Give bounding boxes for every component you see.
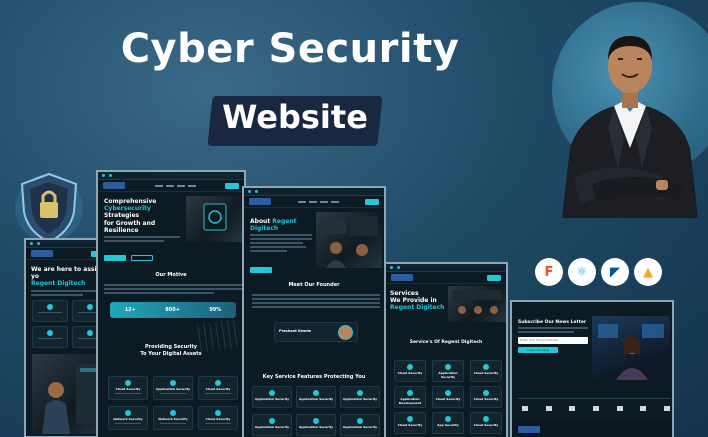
mockup2-cta-button[interactable]	[104, 254, 126, 261]
service-card-title: Cloud Security	[435, 397, 461, 401]
mockup-about: About Regent Digitech Meet Our Founder P…	[242, 186, 386, 437]
mockup3-about-prefix: About	[250, 218, 271, 225]
feature-card-title: Application Security	[254, 397, 290, 401]
mockup2-section-title-2: To Your Digital Assets	[140, 351, 202, 357]
service-card-title: Cloud Security	[473, 371, 499, 375]
mockup2-hero-line2: Strategies	[104, 212, 140, 220]
mockup3-read-more-button[interactable]	[250, 267, 272, 274]
service-card-title: Cloud Security	[115, 387, 141, 391]
headline-title: Cyber Security	[120, 26, 460, 72]
mockup-left-hero-accent: Regent Digitech	[31, 280, 86, 288]
mockup4-hero-line2: We Provide in	[390, 297, 437, 305]
mockup2-stat-2: 800+	[165, 307, 180, 313]
mockup4-services-title: Service's Of Regent Digitech	[409, 340, 483, 345]
service-card-title: Cloud Security	[205, 417, 231, 421]
presenter-portrait	[562, 36, 698, 218]
mockup4-hero-accent: Regent Digitech	[390, 304, 445, 312]
newsletter-subscribe-button[interactable]: Subscribe Now	[518, 347, 558, 354]
partner-logo	[545, 406, 552, 411]
cyber-shield-icon	[15, 172, 83, 244]
service-card-title: Application Security	[438, 371, 458, 379]
mockup-newsletter: Subscribe Our News Letter Enter Your Ema…	[510, 300, 674, 437]
figma-icon: F	[535, 258, 563, 286]
feature-card-title: Application Security	[298, 425, 334, 429]
partner-logo	[522, 406, 528, 411]
feature-card-title: Application Security	[254, 425, 290, 429]
service-card-title: Cloud Security	[205, 387, 231, 391]
mockup2-hero-line1: Comprehensive	[104, 198, 157, 205]
mockup2-hero-accent: Cybersecurity	[104, 205, 151, 213]
mockup-left-hero-title: We are here to assist yo	[31, 266, 103, 281]
founder-avatar	[338, 325, 353, 340]
mockup-services: Services We Provide in Regent Digitech S…	[384, 262, 508, 437]
partner-logo	[592, 406, 599, 411]
mockup2-stat-1: 12+	[124, 307, 136, 313]
mockup5-analyst-photo	[592, 316, 670, 380]
flutter-icon: ◤	[601, 258, 629, 286]
partner-logo	[616, 406, 623, 411]
service-card-title: Network Security	[113, 417, 143, 421]
mockup4-office-photo	[448, 286, 506, 322]
mockup5-newsletter-title: Subscribe Our News Letter	[518, 320, 587, 325]
react-icon: ⚛	[568, 258, 596, 286]
service-card-title: Cloud Security	[473, 423, 499, 427]
service-card-title: Cloud Security	[397, 423, 423, 427]
partner-logo	[640, 406, 647, 411]
service-card-title: Cloud Security	[397, 371, 423, 375]
mockup2-section-title-1: Providing Security	[144, 344, 198, 350]
service-card-title: Application Development	[398, 397, 422, 405]
mockup2-motive-title: Our Motive	[155, 272, 187, 278]
mockup2-stat-3: 99%	[209, 307, 222, 313]
mockup2-secondary-button[interactable]	[131, 254, 154, 261]
headline-subtitle: Website	[222, 98, 368, 136]
mockup3-founder-name: Prashant Kewde	[279, 329, 312, 333]
mockup4-hero-line1: Services	[390, 290, 419, 297]
footer-logo	[518, 426, 540, 433]
service-card-title: Cloud Security	[473, 397, 499, 401]
mockup3-features-title: Key Service Features Protecting You	[262, 374, 366, 380]
service-card-title: App Security	[437, 423, 459, 427]
partner-logo	[663, 406, 670, 411]
mockup-home-second: Comprehensive Cybersecurity Strategies f…	[96, 170, 246, 437]
firebase-icon: ▲	[634, 258, 662, 286]
service-card-title: Application Security	[155, 387, 191, 391]
mockup3-founder-title: Meet Our Founder	[288, 282, 340, 288]
mockup2-hero-line3: for Growth and Resilience	[104, 219, 156, 234]
feature-card-title: Application Security	[342, 397, 378, 401]
newsletter-email-input[interactable]: Enter Your Email Address	[518, 337, 588, 345]
feature-card-title: Application Security	[342, 425, 378, 429]
service-card-title: Network Security	[158, 417, 188, 421]
mockup2-hero-image	[186, 196, 242, 242]
partner-logo	[569, 406, 576, 411]
feature-card-title: Application Security	[298, 397, 334, 401]
mockup3-team-photo	[316, 212, 382, 268]
